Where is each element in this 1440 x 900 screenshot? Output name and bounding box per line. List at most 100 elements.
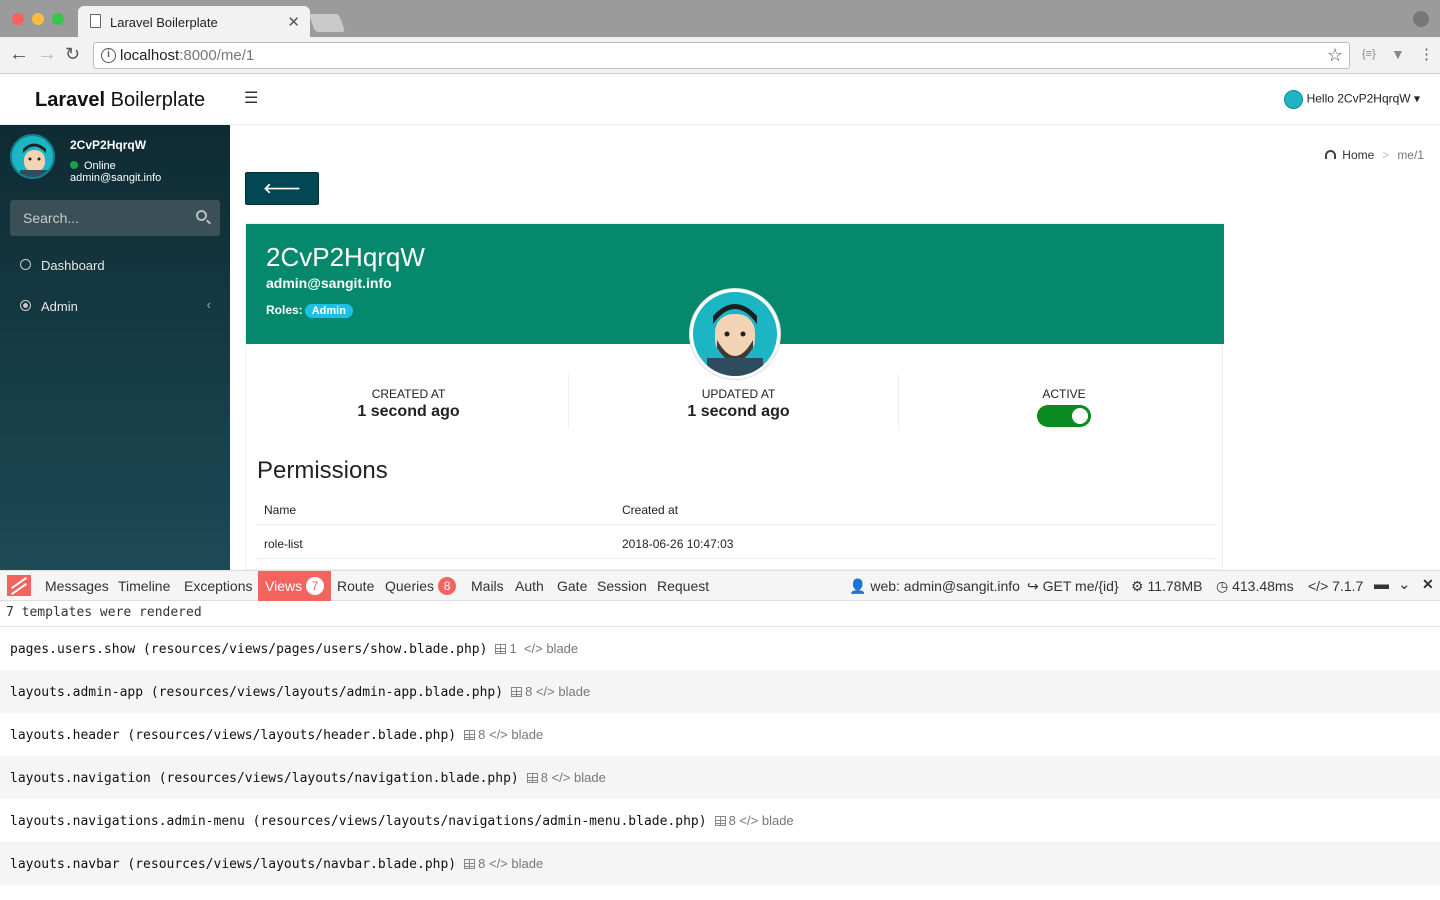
profile-icon[interactable] bbox=[1413, 11, 1429, 27]
sidebar-item-label: Admin bbox=[41, 299, 78, 314]
auth-indicator[interactable]: 👤 web: admin@sangit.info bbox=[849, 578, 1020, 595]
tab-exceptions[interactable]: Exceptions bbox=[184, 578, 252, 594]
template-params: 8 bbox=[540, 770, 548, 785]
list-item[interactable]: layouts.admin-app (resources/views/layou… bbox=[0, 670, 1440, 713]
debugbar-summary: 7 templates were rendered bbox=[6, 605, 202, 620]
template-type: blade bbox=[511, 727, 544, 742]
code-icon: </> bbox=[532, 684, 559, 699]
template-params: 1 bbox=[509, 641, 517, 656]
memory-indicator[interactable]: ⚙ 11.78MB bbox=[1131, 578, 1202, 595]
tab-close-icon[interactable]: ✕ bbox=[287, 13, 300, 31]
tab-strip: Laravel Boilerplate ✕ bbox=[0, 0, 1440, 37]
online-dot-icon bbox=[70, 161, 78, 169]
url-host: localhost bbox=[120, 47, 180, 64]
table-header-row: Name Created at bbox=[257, 491, 1215, 525]
menu-dots-icon[interactable]: ⋮ bbox=[1419, 45, 1434, 63]
table-icon bbox=[714, 816, 726, 826]
url-text: localhost:8000/me/1 bbox=[120, 47, 254, 64]
tab-title: Laravel Boilerplate bbox=[110, 15, 218, 30]
tab-views[interactable]: Views 7 bbox=[258, 571, 331, 601]
user-avatar-small bbox=[1283, 90, 1303, 109]
profile-avatar bbox=[690, 289, 780, 379]
new-tab-button[interactable] bbox=[308, 14, 346, 32]
back-arrow-icon[interactable]: ← bbox=[9, 44, 29, 64]
hamburger-menu-icon[interactable]: ☰ bbox=[244, 88, 258, 108]
active-toggle[interactable] bbox=[1037, 405, 1091, 427]
search-input[interactable] bbox=[10, 200, 190, 236]
vue-extension-icon[interactable]: ▼ bbox=[1391, 46, 1405, 62]
tab-request[interactable]: Request bbox=[657, 578, 709, 594]
info-icon[interactable]: i bbox=[101, 48, 116, 63]
minimize-window-button[interactable] bbox=[32, 13, 44, 25]
template-name: pages.users.show (resources/views/pages/… bbox=[10, 642, 488, 657]
laravel-logo-icon[interactable] bbox=[7, 575, 31, 596]
close-window-button[interactable] bbox=[12, 13, 24, 25]
stat-label: CREATED AT bbox=[371, 387, 446, 401]
app-logo[interactable]: Laravel Boilerplate bbox=[35, 89, 205, 112]
template-name: layouts.header (resources/views/layouts/… bbox=[10, 728, 457, 743]
json-extension-icon[interactable]: {≡} bbox=[1362, 48, 1376, 60]
forward-arrow-icon[interactable]: → bbox=[37, 44, 57, 64]
online-label: Online bbox=[84, 160, 116, 172]
list-item[interactable]: layouts.navigation (resources/views/layo… bbox=[0, 756, 1440, 799]
route-indicator[interactable]: ↪ GET me/{id} bbox=[1027, 578, 1119, 595]
dashboard-icon bbox=[1325, 150, 1337, 159]
code-icon: </> bbox=[485, 727, 512, 742]
tab-auth[interactable]: Auth bbox=[515, 578, 544, 594]
template-name: layouts.navbar (resources/views/layouts/… bbox=[10, 857, 457, 872]
bookmark-star-icon[interactable]: ☆ bbox=[1327, 45, 1343, 66]
page-icon bbox=[90, 14, 101, 28]
permission-name: role-list bbox=[264, 537, 303, 551]
sidebar-item-dashboard[interactable]: Dashboard bbox=[0, 251, 230, 281]
template-name: layouts.navigations.admin-menu (resource… bbox=[10, 814, 707, 829]
debugbar-header: Messages Timeline Exceptions Views 7 Rou… bbox=[0, 571, 1440, 601]
auth-indicator-label: web: admin@sangit.info bbox=[870, 578, 1020, 594]
table-icon bbox=[464, 859, 476, 869]
template-type: blade bbox=[558, 684, 591, 699]
list-item[interactable]: pages.users.show (resources/views/pages/… bbox=[0, 627, 1440, 670]
user-menu[interactable]: Hello 2CvP2HqrqW ▾ bbox=[1283, 90, 1420, 109]
tab-gate[interactable]: Gate bbox=[557, 578, 587, 594]
debugbar: Messages Timeline Exceptions Views 7 Rou… bbox=[0, 570, 1440, 900]
tab-queries[interactable]: Queries 8 bbox=[385, 577, 457, 595]
time-indicator[interactable]: ◷ 413.48ms bbox=[1216, 578, 1294, 595]
circle-dot-icon bbox=[20, 300, 31, 311]
chevron-down-icon[interactable]: ⌄ bbox=[1398, 575, 1411, 593]
table-icon bbox=[495, 644, 507, 654]
template-name: layouts.navigation (resources/views/layo… bbox=[10, 771, 519, 786]
template-type: blade bbox=[761, 813, 794, 828]
template-name: layouts.admin-app (resources/views/layou… bbox=[10, 685, 504, 700]
column-header-created-at: Created at bbox=[622, 503, 679, 517]
tab-session[interactable]: Session bbox=[597, 578, 647, 594]
sidebar-item-admin[interactable]: Admin ‹ bbox=[0, 292, 230, 322]
php-version-indicator[interactable]: </> 7.1.7 bbox=[1308, 578, 1363, 594]
sidebar-username: 2CvP2HqrqW bbox=[70, 138, 147, 152]
stat-value: 1 second ago bbox=[687, 403, 790, 420]
memory-indicator-label: 11.78MB bbox=[1147, 578, 1203, 594]
close-icon[interactable]: ✕ bbox=[1422, 576, 1434, 593]
php-version-label: 7.1.7 bbox=[1332, 578, 1364, 594]
maximize-window-button[interactable] bbox=[52, 13, 64, 25]
roles-label: Roles: bbox=[266, 303, 303, 317]
tab-mails[interactable]: Mails bbox=[471, 578, 504, 594]
created-at-stat: CREATED AT 1 second ago bbox=[249, 374, 569, 429]
tab-timeline[interactable]: Timeline bbox=[118, 578, 170, 594]
reload-icon[interactable]: ↻ bbox=[65, 44, 80, 64]
back-button[interactable]: 🡐 Back bbox=[245, 172, 319, 227]
arrow-left-icon: 🡐 bbox=[263, 180, 301, 196]
list-item[interactable]: layouts.navbar (resources/views/layouts/… bbox=[0, 842, 1440, 885]
stat-label: UPDATED AT bbox=[701, 387, 776, 401]
address-bar[interactable]: i localhost:8000/me/1 ☆ bbox=[93, 42, 1350, 69]
search-icon[interactable] bbox=[196, 210, 207, 221]
column-header-name: Name bbox=[264, 503, 297, 517]
open-folder-icon[interactable]: ▬ bbox=[1374, 576, 1389, 593]
list-item[interactable]: layouts.navigations.admin-menu (resource… bbox=[0, 799, 1440, 842]
tab-route[interactable]: Route bbox=[337, 578, 374, 594]
dashboard-icon bbox=[20, 259, 31, 270]
breadcrumb-home[interactable]: Home bbox=[1342, 148, 1374, 162]
list-item[interactable]: layouts.header (resources/views/layouts/… bbox=[0, 713, 1440, 756]
user-menu-label: Hello 2CvP2HqrqW bbox=[1306, 91, 1411, 106]
tab-messages[interactable]: Messages bbox=[45, 578, 109, 594]
browser-tab[interactable]: Laravel Boilerplate ✕ bbox=[78, 6, 310, 37]
cogs-icon: ⚙ bbox=[1131, 578, 1144, 594]
